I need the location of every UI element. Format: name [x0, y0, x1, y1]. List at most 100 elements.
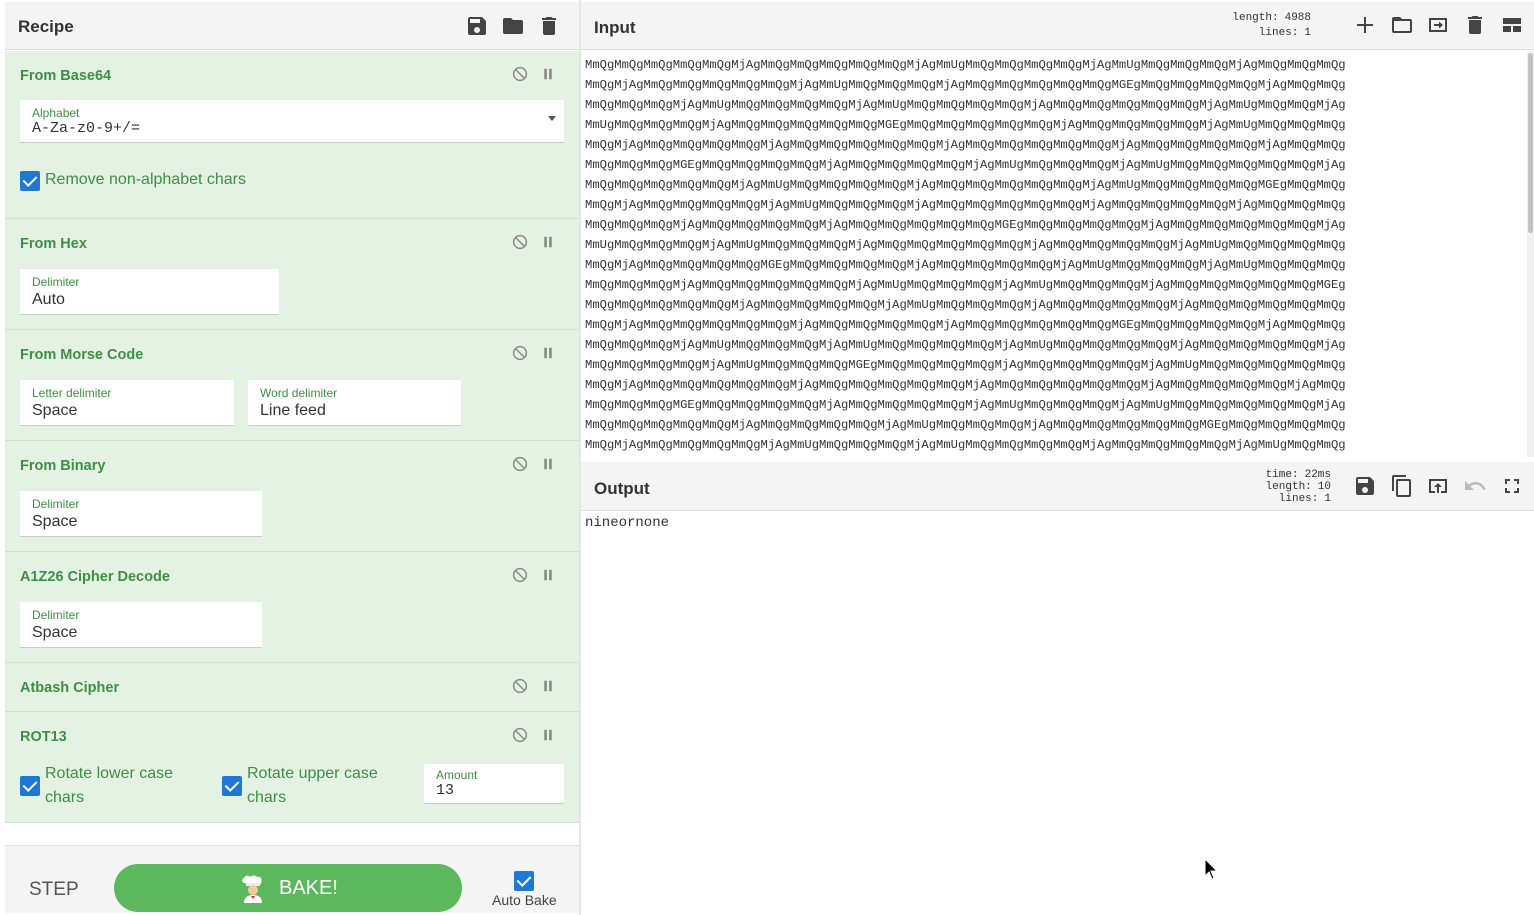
scrollbar-thumb[interactable]: [1528, 53, 1533, 233]
field-value: Space: [32, 513, 78, 530]
replace-input-button[interactable]: [1426, 474, 1450, 498]
open-file-button[interactable]: [1390, 13, 1414, 37]
load-recipe-button[interactable]: [501, 14, 525, 38]
pause-icon: [544, 347, 552, 359]
disable-operation-button[interactable]: [511, 726, 529, 744]
checkbox-label-line: chars: [247, 789, 287, 806]
open-folder-button[interactable]: [1426, 13, 1450, 37]
recipe-operations: From Base64 Alphabet A-Za-z0-9+/= Remove…: [5, 51, 579, 823]
input-line: MmUgMmQgMmQgMmQgMjAgMmQgMmQgMmQgMmQgMmQg…: [585, 118, 1346, 132]
input-line: MmQgMjAgMmQgMmQgMmQgMmQgMjAgMmUgMmQgMmQg…: [585, 438, 1346, 452]
chevron-down-icon: [548, 116, 556, 121]
rotate-upper-case-checkbox[interactable]: [222, 776, 242, 796]
input-scrollbar[interactable]: [1527, 51, 1534, 457]
disable-operation-button[interactable]: [511, 65, 529, 83]
step-button[interactable]: STEP: [29, 879, 79, 901]
disable-icon: [512, 66, 528, 82]
input-line: MmQgMmQgMmQgMjAgMmQgMmQgMmQgMmQgMmQgMjAg…: [585, 278, 1346, 292]
stat-label: length:: [1265, 481, 1312, 493]
add-tab-button[interactable]: [1353, 13, 1377, 37]
save-recipe-button[interactable]: [465, 14, 489, 38]
bake-button[interactable]: BAKE!: [114, 864, 462, 912]
reset-layout-button[interactable]: [1500, 13, 1524, 37]
breakpoint-button[interactable]: [539, 677, 557, 695]
undo-button[interactable]: [1463, 474, 1487, 498]
operation-atbash-cipher[interactable]: Atbash Cipher: [5, 663, 579, 712]
breakpoint-button[interactable]: [539, 65, 557, 83]
delimiter-field[interactable]: Delimiter Auto: [20, 269, 279, 315]
layout-icon: [1503, 18, 1521, 32]
mouse-cursor-icon: [1204, 858, 1218, 880]
operation-title: Atbash Cipher: [20, 680, 120, 696]
input-line: MmQgMmQgMmQgMGEgMmQgMmQgMmQgMmQgMjAgMmQg…: [585, 398, 1346, 412]
delimiter-field[interactable]: Delimiter Space: [20, 491, 262, 537]
pause-icon: [544, 236, 552, 248]
operation-a1z26-cipher-decode[interactable]: A1Z26 Cipher Decode Delimiter Space: [5, 552, 579, 663]
operation-from-binary[interactable]: From Binary Delimiter Space: [5, 441, 579, 552]
operation-title: From Binary: [20, 458, 106, 474]
maximise-output-button[interactable]: [1500, 474, 1524, 498]
output-text: nineornone: [585, 515, 670, 531]
word-delimiter-field[interactable]: Word delimiter Line feed: [248, 380, 461, 426]
remove-non-alphabet-checkbox[interactable]: [20, 171, 40, 191]
plus-icon: [1357, 17, 1373, 33]
input-title: Input: [594, 18, 636, 37]
copy-output-button[interactable]: [1390, 474, 1414, 498]
breakpoint-button[interactable]: [539, 233, 557, 251]
clear-input-button[interactable]: [1463, 13, 1487, 37]
recipe-title: Recipe: [18, 17, 74, 36]
input-line: MmQgMmQgMmQgMjAgMmQgMmQgMmQgMmQgMjAgMmQg…: [585, 218, 1346, 232]
breakpoint-button[interactable]: [539, 726, 557, 744]
output-header: Output time: 22ms length: 10 lines: 1: [581, 462, 1534, 511]
disable-operation-button[interactable]: [511, 344, 529, 362]
input-line: MmQgMjAgMmQgMmQgMmQgMmQgMjAgMmUgMmQgMmQg…: [585, 198, 1346, 212]
operation-from-morse-code[interactable]: From Morse Code Letter delimiter Space W…: [5, 330, 579, 441]
checkbox-label-line: Rotate upper case: [247, 765, 378, 782]
stat-label: lines:: [1258, 27, 1299, 39]
save-icon: [468, 17, 486, 35]
pause-icon: [544, 68, 552, 80]
disable-icon: [512, 678, 528, 694]
letter-delimiter-field[interactable]: Letter delimiter Space: [20, 380, 234, 426]
input-header: Input length: 4988 lines: 1: [581, 2, 1534, 50]
field-label: Delimiter: [32, 275, 80, 289]
operation-from-hex[interactable]: From Hex Delimiter Auto: [5, 219, 579, 330]
stat-label: lines:: [1278, 493, 1319, 505]
operation-rot13[interactable]: ROT13 Rotate lower case chars Rotate upp…: [5, 712, 579, 823]
operation-title: From Morse Code: [20, 347, 144, 363]
input-stats: length: 4988 lines: 1: [1221, 12, 1311, 39]
recipe-panel: Recipe From Base64 Alphabet A-Za-z0-9+/=…: [5, 2, 579, 913]
breakpoint-button[interactable]: [539, 344, 557, 362]
operation-title: From Base64: [20, 68, 112, 84]
input-line: MmQgMjAgMmQgMmQgMmQgMmQgMmQgMjAgMmQgMmQg…: [585, 318, 1346, 332]
input-line: MmQgMjAgMmQgMmQgMmQgMmQgMmQgMjAgMmQgMmQg…: [585, 378, 1346, 392]
alphabet-select[interactable]: Alphabet A-Za-z0-9+/=: [20, 100, 564, 143]
auto-bake-checkbox[interactable]: [514, 871, 534, 891]
field-value: 13: [436, 782, 455, 799]
output-title: Output: [594, 479, 650, 498]
cyberchef-app: Recipe From Base64 Alphabet A-Za-z0-9+/=…: [0, 0, 1534, 915]
checkbox-label-line: Rotate lower case: [45, 765, 174, 782]
operation-from-base64[interactable]: From Base64 Alphabet A-Za-z0-9+/= Remove…: [5, 51, 579, 219]
save-output-button[interactable]: [1353, 474, 1377, 498]
pause-icon: [544, 569, 552, 581]
delimiter-field[interactable]: Delimiter Space: [20, 602, 262, 648]
field-label: Delimiter: [32, 608, 80, 622]
amount-field[interactable]: Amount 13: [424, 764, 564, 804]
rotate-lower-case-checkbox[interactable]: [20, 776, 40, 796]
input-line: MmQgMjAgMmQgMmQgMmQgMmQgMGEgMmQgMmQgMmQg…: [585, 258, 1346, 272]
input-textarea[interactable]: MmQgMmQgMmQgMmQgMmQgMjAgMmQgMmQgMmQgMmQg…: [581, 51, 1526, 457]
output-textarea[interactable]: nineornone: [581, 511, 1534, 915]
disable-operation-button[interactable]: [511, 677, 529, 695]
breakpoint-button[interactable]: [539, 455, 557, 473]
operation-title: A1Z26 Cipher Decode: [20, 569, 170, 585]
field-value: Space: [32, 624, 78, 641]
disable-operation-button[interactable]: [511, 233, 529, 251]
breakpoint-button[interactable]: [539, 566, 557, 584]
clear-recipe-button[interactable]: [537, 14, 561, 38]
field-value: Line feed: [260, 402, 326, 419]
disable-operation-button[interactable]: [511, 455, 529, 473]
stat-label: time:: [1265, 469, 1299, 481]
disable-operation-button[interactable]: [511, 566, 529, 584]
disable-icon: [512, 234, 528, 250]
